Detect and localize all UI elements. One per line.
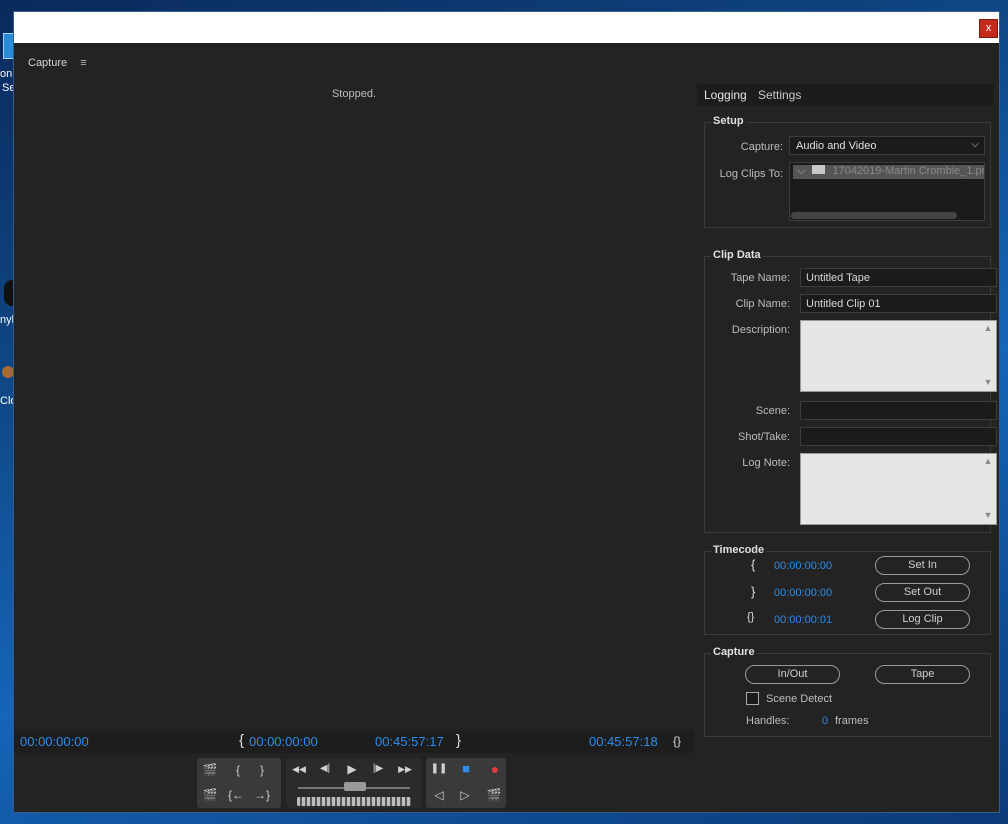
desktop-label-fragment: nyl [0, 314, 15, 326]
goto-out-button[interactable]: →} [251, 785, 273, 805]
panel-menu-icon[interactable]: ≡ [80, 57, 86, 69]
capture-in-out-button[interactable]: In/Out [745, 665, 840, 684]
stop-button[interactable]: ■ [455, 759, 477, 779]
chevron-down-icon: ⌵ [971, 139, 979, 150]
step-forward-button[interactable]: |▶ [367, 759, 389, 779]
clip-name-field[interactable]: Untitled Clip 01 [800, 294, 997, 313]
step-back-button[interactable]: ◀| [314, 759, 336, 779]
scene-label: Scene: [755, 405, 790, 417]
panel-header: Capture ≡ [28, 57, 87, 69]
scene-detect-label: Scene Detect [766, 693, 833, 705]
tab-logging[interactable]: Logging [704, 88, 747, 102]
scroll-up-icon[interactable]: ▲ [982, 323, 994, 335]
out-point-icon: } [751, 584, 756, 599]
set-out-button[interactable]: } [251, 760, 273, 780]
timecode-title: Timecode [711, 544, 767, 556]
close-button[interactable]: x [979, 19, 998, 38]
scene-detect-checkbox[interactable] [746, 692, 759, 705]
panel-title: Capture [28, 57, 68, 69]
set-in-button[interactable]: Set In [875, 556, 970, 575]
duration-icon: {} [747, 611, 755, 623]
goto-in-button[interactable]: {← [225, 785, 247, 805]
capture-dropdown[interactable]: Audio and Video ⌵ [789, 136, 985, 155]
title-bar[interactable]: x [14, 12, 999, 43]
handles-label: Handles: [746, 715, 790, 727]
tab-bar: Logging Settings [697, 84, 994, 106]
log-clip-button[interactable]: Log Clip [875, 610, 970, 629]
handles-value[interactable]: 0 [822, 715, 828, 727]
tape-name-field[interactable]: Untitled Tape [800, 268, 997, 287]
clapper-in-icon[interactable]: 🎬 [199, 760, 221, 780]
log-note-label: Log Note: [742, 457, 790, 469]
in-timecode-value[interactable]: 00:00:00:00 [774, 560, 832, 572]
timecode-bar: 00:00:00:00 { 00:00:00:00 00:45:57:17 } … [14, 731, 694, 753]
duration-timecode-value[interactable]: 00:00:00:01 [774, 614, 832, 626]
log-clips-to-label: Log Clips To: [719, 168, 783, 180]
handles-unit: frames [835, 715, 869, 727]
pause-button[interactable]: ❚❚ [428, 759, 450, 779]
clapper-out-icon[interactable]: 🎬 [199, 785, 221, 805]
slow-play-button[interactable]: ▷ [454, 785, 476, 805]
scroll-down-icon[interactable]: ▼ [982, 510, 994, 522]
in-point-icon: { [751, 557, 756, 572]
horizontal-scrollbar[interactable] [791, 212, 957, 219]
logging-panel: Logging Settings Setup Capture: Audio an… [697, 84, 997, 804]
in-point-icon: { [239, 732, 245, 749]
slow-reverse-button[interactable]: ◁ [428, 785, 450, 805]
description-field[interactable]: ▲ ▼ [800, 320, 997, 392]
log-note-field[interactable]: ▲ ▼ [800, 453, 997, 525]
rewind-button[interactable]: ◀◀ [288, 759, 310, 779]
log-clips-to-list[interactable]: ⌵ 17042019-Martin Crombie_1.pr [789, 162, 985, 221]
jog-wheel[interactable] [297, 797, 411, 806]
scroll-up-icon[interactable]: ▲ [982, 456, 994, 468]
log-bin-name: 17042019-Martin Crombie_1.pr [832, 165, 985, 177]
setup-title: Setup [711, 115, 746, 127]
scene-clapper-icon[interactable]: 🎬 [483, 785, 505, 805]
clip-data-title: Clip Data [711, 249, 763, 261]
set-out-button[interactable]: Set Out [875, 583, 970, 602]
current-timecode[interactable]: 00:00:00:00 [20, 734, 89, 749]
capture-window: x Capture ≡ Stopped. 00:00:00:00 { 00:00… [13, 11, 1000, 813]
out-point-icon: } [456, 732, 462, 749]
tab-settings[interactable]: Settings [758, 88, 801, 102]
out-timecode-value[interactable]: 00:00:00:00 [774, 587, 832, 599]
scene-field[interactable] [800, 401, 997, 420]
folder-icon [812, 165, 826, 174]
duration-icon: {} [673, 734, 682, 748]
log-bin-item[interactable]: ⌵ 17042019-Martin Crombie_1.pr [793, 165, 985, 179]
shot-take-label: Shot/Take: [738, 431, 790, 443]
capture-label: Capture: [740, 141, 783, 153]
shot-take-field[interactable] [800, 427, 997, 446]
shuttle-knob[interactable] [344, 782, 366, 791]
play-button[interactable]: ▶ [341, 759, 363, 779]
in-point-timecode[interactable]: 00:00:00:00 [249, 734, 318, 749]
clip-name-label: Clip Name: [735, 298, 790, 310]
chevron-down-icon: ⌵ [797, 165, 806, 177]
set-in-button[interactable]: { [227, 760, 249, 780]
capture-group-title: Capture [711, 646, 757, 658]
duration-timecode[interactable]: 00:45:57:18 [589, 734, 658, 749]
tape-name-label: Tape Name: [730, 272, 790, 284]
record-button[interactable]: ● [484, 759, 506, 779]
status-text: Stopped. [331, 88, 377, 100]
desktop-label-fragment: on [0, 68, 13, 80]
capture-dropdown-value: Audio and Video [796, 140, 877, 152]
description-label: Description: [731, 324, 790, 336]
scroll-down-icon[interactable]: ▼ [982, 377, 994, 389]
video-preview: Stopped. [14, 84, 694, 731]
fast-forward-button[interactable]: ▶▶ [394, 759, 416, 779]
out-point-timecode[interactable]: 00:45:57:17 [375, 734, 444, 749]
capture-tape-button[interactable]: Tape [875, 665, 970, 684]
